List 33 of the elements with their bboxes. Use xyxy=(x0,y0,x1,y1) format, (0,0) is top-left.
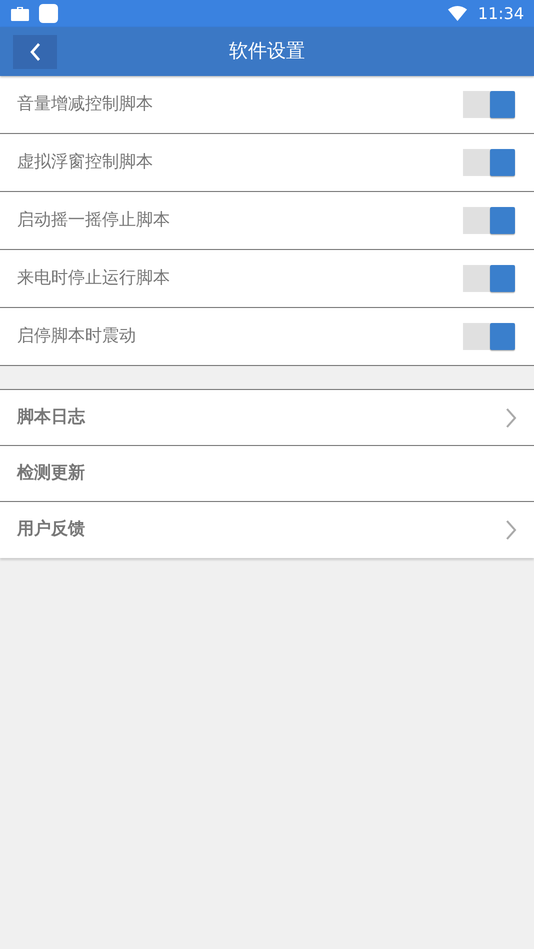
setting-label: 音量增减控制脚本 xyxy=(17,92,153,116)
toggle-switch[interactable] xyxy=(463,207,515,234)
briefcase-icon xyxy=(10,5,30,22)
menu-row[interactable]: 用户反馈 xyxy=(0,502,534,558)
back-icon xyxy=(29,42,41,62)
setting-row[interactable]: 启动摇一摇停止脚本 xyxy=(0,192,534,250)
back-button[interactable] xyxy=(13,35,57,69)
app-icon xyxy=(39,4,58,23)
toggle-thumb xyxy=(490,91,515,118)
setting-row[interactable]: 来电时停止运行脚本 xyxy=(0,250,534,308)
toggle-thumb xyxy=(490,323,515,350)
toggle-thumb xyxy=(490,265,515,292)
setting-label: 启动摇一摇停止脚本 xyxy=(17,208,170,232)
setting-label: 启停脚本时震动 xyxy=(17,324,136,348)
toggle-switch[interactable] xyxy=(463,91,515,118)
menu-row[interactable]: 检测更新 xyxy=(0,446,534,502)
menu-label: 用户反馈 xyxy=(17,518,85,542)
wifi-icon xyxy=(448,6,467,21)
clock: 11:34 xyxy=(478,2,524,24)
setting-row[interactable]: 虚拟浮窗控制脚本 xyxy=(0,134,534,192)
toggle-thumb xyxy=(490,149,515,176)
toggle-thumb xyxy=(490,207,515,234)
setting-row[interactable]: 启停脚本时震动 xyxy=(0,308,534,366)
toggle-switch[interactable] xyxy=(463,265,515,292)
setting-label: 来电时停止运行脚本 xyxy=(17,266,170,290)
toggle-switch[interactable] xyxy=(463,323,515,350)
toggle-switch[interactable] xyxy=(463,149,515,176)
menu-label: 检测更新 xyxy=(17,462,85,485)
setting-label: 虚拟浮窗控制脚本 xyxy=(17,150,153,174)
menu-label: 脚本日志 xyxy=(17,406,85,429)
menu-row[interactable]: 脚本日志 xyxy=(0,390,534,446)
setting-row[interactable]: 音量增减控制脚本 xyxy=(0,76,534,134)
toolbar-title: 软件设置 xyxy=(229,39,305,64)
